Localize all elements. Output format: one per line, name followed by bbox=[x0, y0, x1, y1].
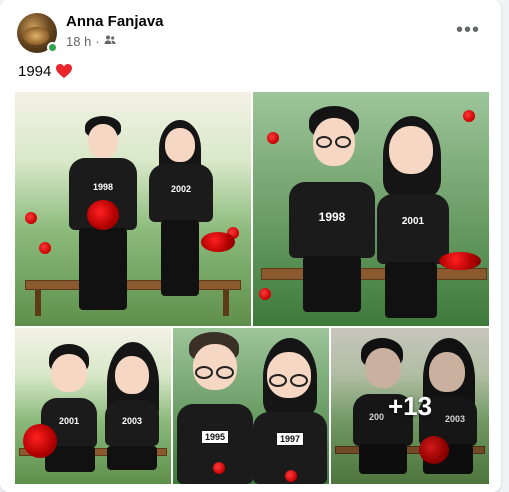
boy-figure: 2001 bbox=[39, 344, 99, 480]
meta-separator: · bbox=[95, 34, 100, 49]
girl-figure: 2002 bbox=[145, 120, 217, 316]
girl-figure: 2001 bbox=[371, 116, 467, 322]
rose bbox=[39, 242, 51, 254]
friends-icon[interactable] bbox=[104, 34, 116, 49]
photo-tile-4[interactable]: 1995 1997 bbox=[173, 328, 329, 484]
girl-shirt-number: 2003 bbox=[121, 416, 143, 426]
boy-shirt-number: 1995 bbox=[200, 430, 230, 444]
post-text: 1994 bbox=[18, 62, 73, 80]
bench-leg bbox=[35, 290, 41, 316]
more-options-icon[interactable]: ••• bbox=[456, 18, 480, 42]
rose-bouquet bbox=[201, 232, 235, 252]
boy-shirt-number: 1998 bbox=[318, 210, 346, 224]
rose bbox=[285, 470, 297, 482]
rose bbox=[213, 462, 225, 474]
photo-tile-3[interactable]: 2001 2003 bbox=[15, 328, 171, 484]
rose-bouquet bbox=[23, 424, 57, 458]
girl-figure: 2003 bbox=[101, 342, 165, 480]
online-status-dot bbox=[47, 42, 58, 53]
girl-shirt-number: 2001 bbox=[401, 216, 425, 227]
boy-shirt-number: 2001 bbox=[58, 416, 80, 426]
rose-bouquet bbox=[87, 200, 119, 230]
author-name[interactable]: Anna Fanjava bbox=[66, 13, 164, 30]
post-card: Anna Fanjava 18 h · ••• 1994 1998 2002 1… bbox=[0, 0, 501, 492]
girl-shirt-number: 2002 bbox=[170, 184, 192, 194]
more-photos-count: +13 bbox=[387, 390, 433, 421]
post-meta: 18 h · bbox=[66, 34, 116, 49]
boy-shirt-number: 1998 bbox=[92, 182, 114, 192]
boy-figure: 1995 bbox=[177, 332, 253, 484]
photo-tile-5[interactable]: 200 2003 +13 bbox=[331, 328, 489, 484]
rose bbox=[259, 288, 271, 300]
girl-shirt-number: 1997 bbox=[275, 432, 305, 446]
photo-tile-1[interactable]: 1998 2002 bbox=[15, 92, 251, 326]
rose-bouquet bbox=[439, 252, 481, 270]
post-body: 1994 bbox=[18, 62, 52, 80]
boy-figure: 1998 bbox=[63, 116, 143, 322]
girl-figure: 1997 bbox=[253, 338, 327, 484]
heart-emoji-icon bbox=[55, 62, 73, 80]
rose bbox=[267, 132, 279, 144]
more-photos-overlay[interactable]: +13 bbox=[331, 328, 489, 484]
author-avatar[interactable] bbox=[17, 13, 58, 53]
post-time[interactable]: 18 h bbox=[66, 34, 91, 49]
rose bbox=[25, 212, 37, 224]
boy-figure: 1998 bbox=[283, 106, 383, 320]
bench-leg bbox=[223, 290, 229, 316]
photo-tile-2[interactable]: 1998 2001 bbox=[253, 92, 489, 326]
